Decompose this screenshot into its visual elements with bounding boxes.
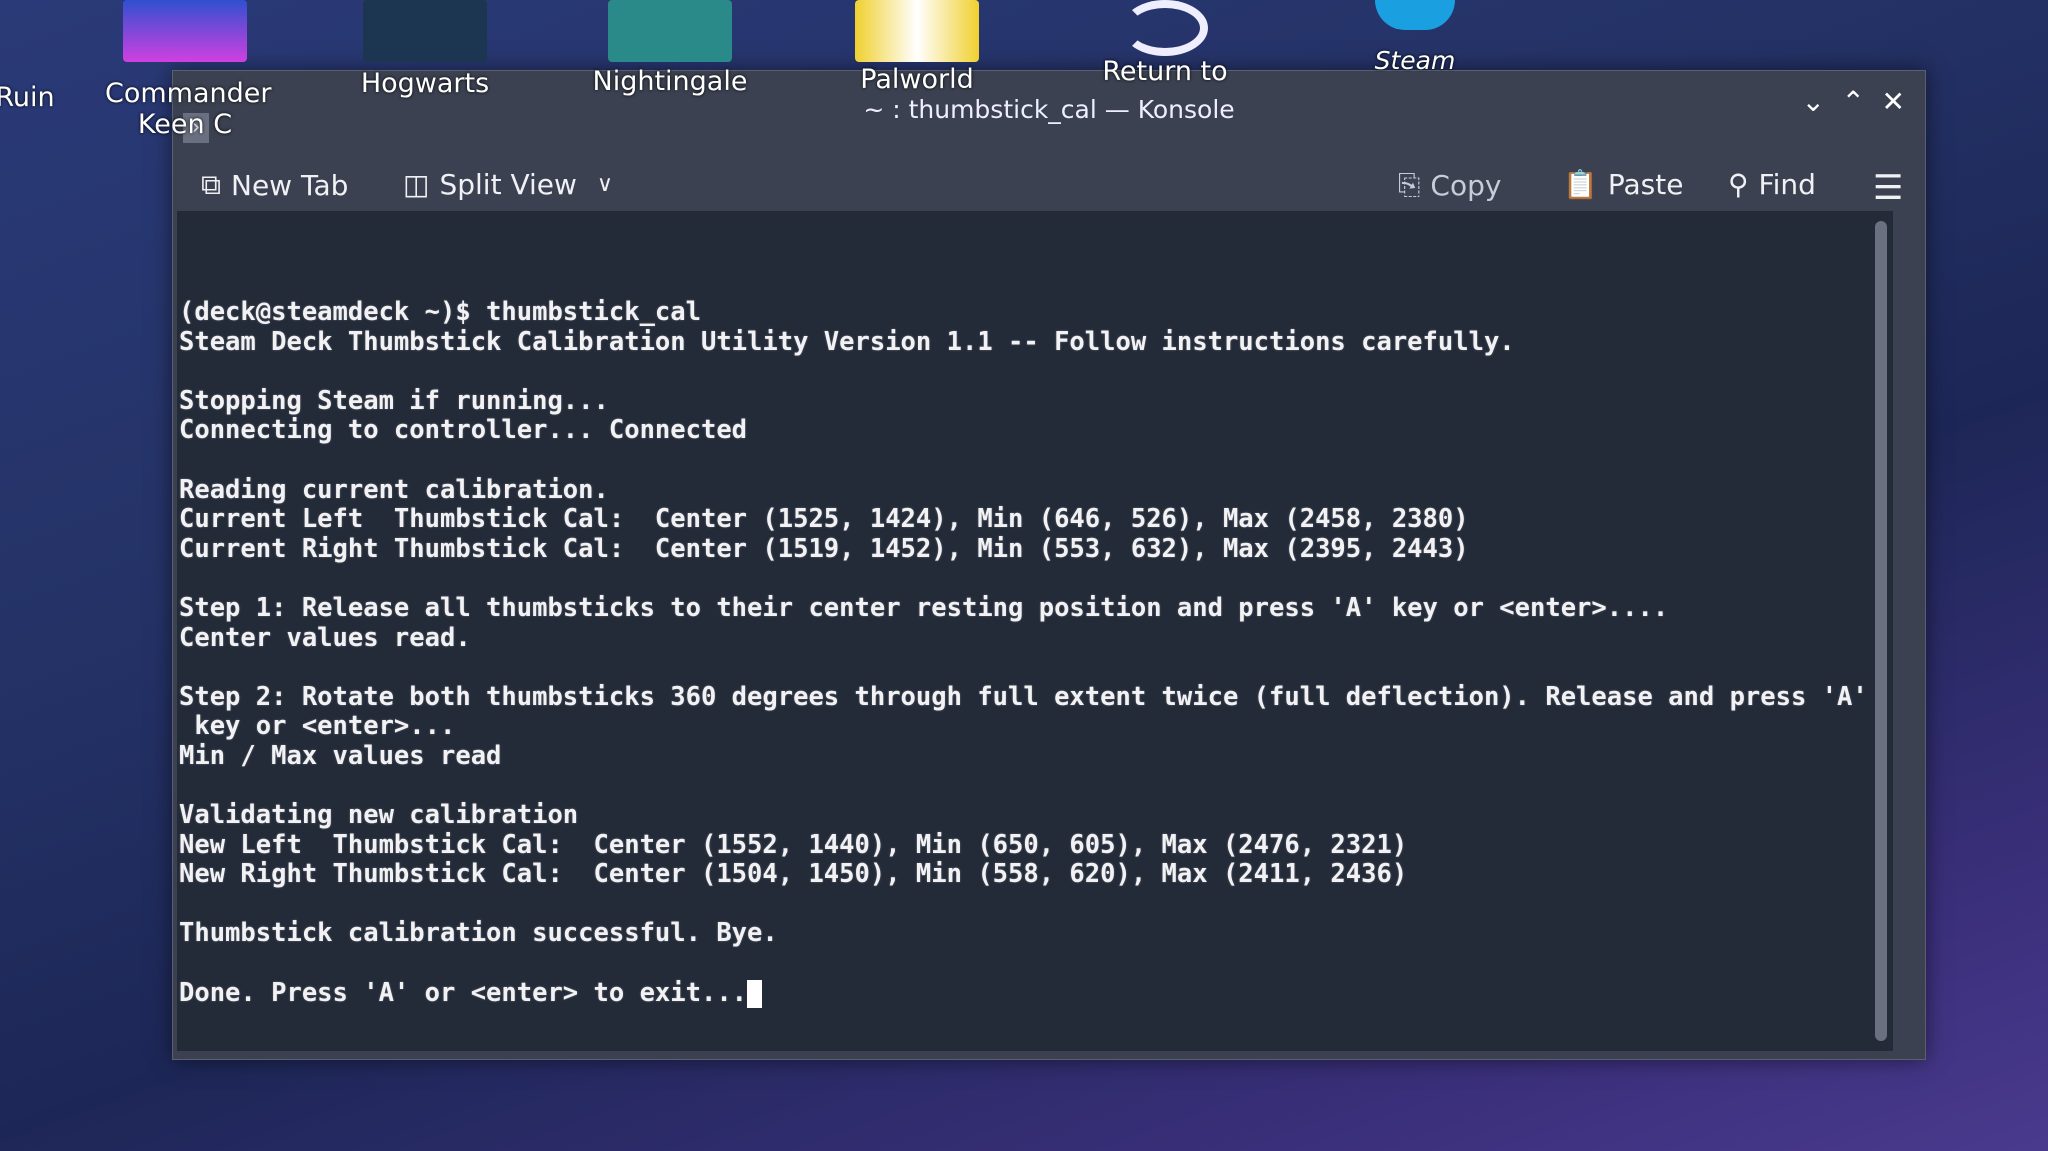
terminal-line: Thumbstick calibration successful. Bye. [179,919,1868,949]
search-icon: ⚲ [1728,168,1749,201]
icon-label: Steam [1374,46,1456,75]
terminal-line: Min / Max values read [179,740,1868,772]
terminal-line: key or <enter>... [179,712,1868,742]
terminal-line-text: New Left Thumbstick Cal: Center (1552, 1… [179,829,1408,860]
terminal-line: Current Right Thumbstick Cal: Center (15… [179,533,1868,565]
desktop-icon-palworld[interactable]: Palworld [817,0,1017,95]
steam-return-icon [1122,0,1208,56]
split-view-button[interactable]: ◫ Split View ∨ [403,168,613,201]
terminal-line-text: key or <enter>... [179,711,456,742]
terminal-line-text: Stopping Steam if running... [179,385,609,416]
menu-icon: ☰ [1873,168,1904,208]
terminal-line: Current Left Thumbstick Cal: Center (152… [179,504,1868,535]
copy-button[interactable]: ⎘ Copy [1398,168,1501,202]
terminal-line: Step 1: Release all thumbsticks to their… [179,592,1868,624]
icon-label: Nightingale [592,66,748,97]
paste-icon: 📋 [1563,168,1598,201]
split-view-icon: ◫ [403,168,430,201]
terminal-line-text: Connecting to controller... Connected [179,415,748,446]
hamburger-menu-button[interactable]: ☰ [1873,168,1903,208]
steam-icon [1375,0,1455,30]
prompt-line: (deck@steamdeck ~)$ thumbstick_cal [179,297,1868,328]
terminal-line: Center values read. [179,622,1868,654]
desktop-icon-steam[interactable]: Steam [1315,0,1515,75]
new-tab-icon: ⧉ [201,168,221,201]
find-button[interactable]: ⚲ Find [1728,168,1816,201]
shell-prompt: (deck@steamdeck ~)$ [179,297,487,327]
terminal-line-text: New Right Thumbstick Cal: Center (1504, … [179,859,1408,890]
desktop-icon-commander-keen[interactable]: Commander Keen C [85,0,285,140]
game-icon [855,0,979,62]
terminal-line: Done. Press 'A' or <enter> to exit... [179,977,1868,1009]
close-button[interactable]: ✕ [1882,85,1905,118]
find-label: Find [1758,168,1816,201]
copy-label: Copy [1430,168,1502,202]
icon-label: Hogwarts [360,68,490,99]
icon-label: Return to [1102,56,1228,87]
terminal-line: Validating new calibration [179,800,1868,831]
desktop-icon-return-to[interactable]: Return to [1065,0,1265,87]
text-cursor [747,979,763,1008]
terminal-line: New Left Thumbstick Cal: Center (1552, 1… [179,829,1868,861]
icon-label: Palworld [860,64,974,95]
copy-icon: ⎘ [1398,168,1421,201]
new-tab-button[interactable]: ⧉ New Tab [201,168,348,202]
game-icon [608,0,732,62]
terminal-line-text: Step 2: Rotate both thumbsticks 360 degr… [179,681,1868,712]
terminal-output[interactable]: (deck@steamdeck ~)$ thumbstick_cal Steam… [177,211,1893,1051]
split-view-label: Split View [439,168,577,201]
terminal-line-text: Steam Deck Thumbstick Calibration Utilit… [179,326,1515,357]
terminal-line-text: Validating new calibration [179,800,579,831]
terminal-line: Steam Deck Thumbstick Calibration Utilit… [179,326,1868,358]
terminal-line-text: Done. Press 'A' or <enter> to exit... [179,977,748,1008]
chevron-down-icon[interactable]: ∨ [597,172,613,197]
icon-label: Commander Keen C [105,78,272,140]
terminal-line: Connecting to controller... Connected [179,416,1868,446]
minimize-button[interactable]: ⌄ [1802,85,1825,118]
paste-label: Paste [1607,168,1684,201]
command-text: thumbstick_cal [486,297,701,327]
terminal-line: Stopping Steam if running... [179,385,1868,417]
terminal-line: Step 2: Rotate both thumbsticks 360 degr… [179,681,1868,713]
scrollbar-thumb[interactable] [1875,221,1887,1041]
terminal-line: Reading current calibration. [179,474,1868,506]
terminal-line-text: Thumbstick calibration successful. Bye. [179,918,778,949]
terminal-line-text: Reading current calibration. [179,474,609,505]
terminal-lines: (deck@steamdeck ~)$ thumbstick_cal Steam… [179,297,1868,1009]
game-icon [363,0,487,62]
terminal-line-text: Step 1: Release all thumbsticks to their… [179,592,1669,623]
terminal-line: New Right Thumbstick Cal: Center (1504, … [179,859,1868,890]
window-title: ~ : thumbstick_cal — Konsole [863,95,1235,124]
terminal-line-text: Current Right Thumbstick Cal: Center (15… [179,533,1469,564]
new-tab-label: New Tab [231,168,349,202]
scrollbar[interactable] [1875,221,1887,1041]
desktop-icon-nightingale[interactable]: Nightingale [570,0,770,97]
terminal-line-text: Current Left Thumbstick Cal: Center (152… [179,504,1469,535]
paste-button[interactable]: 📋 Paste [1563,168,1683,201]
terminal-line-text: Center values read. [179,622,471,653]
terminal-line-text: Min / Max values read [179,740,502,771]
konsole-window: ~ : thumbstick_cal — Konsole ⌄ ⌃ ✕ › ⧉ N… [172,70,1926,1060]
game-icon [123,0,247,62]
desktop-icon-hogwarts[interactable]: Hogwarts [325,0,525,99]
maximize-button[interactable]: ⌃ [1842,85,1865,118]
